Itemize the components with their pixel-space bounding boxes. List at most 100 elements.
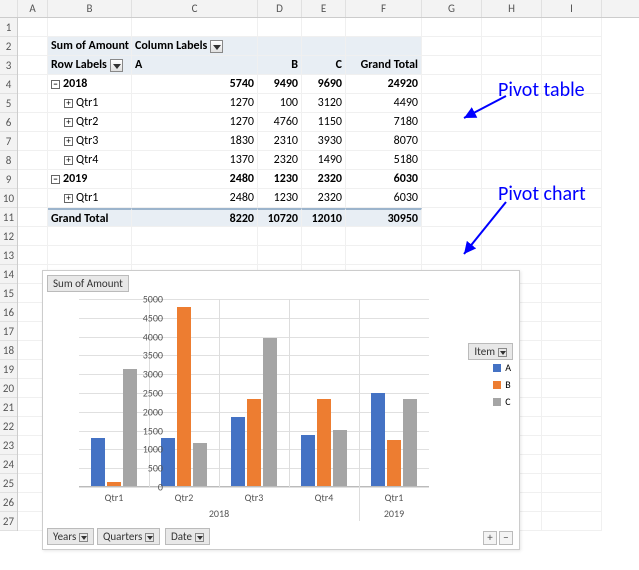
row-15[interactable]: 15 [0,284,17,303]
pivot-cell[interactable]: 6030 [346,170,422,189]
row-4[interactable]: 4 [0,75,17,94]
row-5[interactable]: 5 [0,94,17,113]
bar-B[interactable] [107,482,121,486]
row-21[interactable]: 21 [0,398,17,417]
pivot-cell[interactable]: 1830 [132,132,258,151]
row-8[interactable]: 8 [0,151,17,170]
row-27[interactable]: 27 [0,512,17,531]
pivot-cell[interactable]: 2320 [258,151,302,170]
row-24[interactable]: 24 [0,455,17,474]
row-10[interactable]: 10 [0,189,17,208]
bar-C[interactable] [193,443,207,486]
row-12[interactable]: 12 [0,227,17,246]
chart-years-pill[interactable]: Years [47,528,94,545]
row-13[interactable]: 13 [0,246,17,265]
pivot-cell[interactable]: 2310 [258,132,302,151]
bar-B[interactable] [387,440,401,486]
row-17[interactable]: 17 [0,322,17,341]
bar-A[interactable] [161,438,175,486]
chart-measure-pill[interactable]: Sum of Amount [47,275,129,292]
row-11[interactable]: 11 [0,208,17,227]
row-14[interactable]: 14 [0,265,17,284]
pivot-row-label[interactable]: +Qtr4 [48,151,132,170]
col-H[interactable]: H [482,0,542,17]
pivot-cell[interactable]: 2320 [302,189,346,208]
collapse-icon[interactable]: − [51,175,60,184]
row-9[interactable]: 9 [0,170,17,189]
chart-date-pill[interactable]: Date [165,528,210,545]
bar-B[interactable] [247,399,261,486]
chart-quarters-pill[interactable]: Quarters [97,528,160,545]
pivot-cell[interactable]: 9690 [302,75,346,94]
row-7[interactable]: 7 [0,132,17,151]
bar-A[interactable] [231,417,245,486]
row-22[interactable]: 22 [0,417,17,436]
pivot-cell[interactable]: 100 [258,94,302,113]
pivot-cell[interactable]: 1270 [132,94,258,113]
pivot-cell[interactable]: 1230 [258,170,302,189]
row-16[interactable]: 16 [0,303,17,322]
dropdown-icon[interactable] [79,533,88,542]
pivot-cell[interactable]: 1270 [132,113,258,132]
row-20[interactable]: 20 [0,379,17,398]
row-25[interactable]: 25 [0,474,17,493]
col-B[interactable]: B [48,0,132,17]
expand-icon[interactable]: + [64,137,73,146]
pivot-cell[interactable]: 1370 [132,151,258,170]
expand-icon[interactable]: + [64,194,73,203]
col-E[interactable]: E [302,0,346,17]
pivot-cell[interactable]: 5180 [346,151,422,170]
pivot-row-label[interactable]: −2018 [48,75,132,94]
pivot-cell[interactable]: 8070 [346,132,422,151]
pivot-cell[interactable]: 1150 [302,113,346,132]
col-F[interactable]: F [346,0,422,17]
pivot-cell[interactable]: 5740 [132,75,258,94]
dropdown-icon[interactable] [195,533,204,542]
pivot-chart[interactable]: Sum of Amount Item Years Quarters Date +… [42,270,520,550]
pivot-cell[interactable]: 4760 [258,113,302,132]
bar-C[interactable] [403,399,417,486]
bar-B[interactable] [177,307,191,486]
row-labels-dropdown-icon[interactable] [110,59,123,72]
row-6[interactable]: 6 [0,113,17,132]
bar-A[interactable] [91,438,105,486]
pivot-cell[interactable]: 2480 [132,170,258,189]
row-23[interactable]: 23 [0,436,17,455]
pivot-row-label[interactable]: +Qtr2 [48,113,132,132]
col-I[interactable]: I [542,0,602,17]
dropdown-icon[interactable] [145,533,154,542]
pivot-column-labels[interactable]: Column Labels [132,37,258,56]
pivot-cell[interactable]: 7180 [346,113,422,132]
dropdown-icon[interactable] [498,348,507,357]
pivot-row-label[interactable]: +Qtr3 [48,132,132,151]
pivot-cell[interactable]: 3120 [302,94,346,113]
pivot-row-label[interactable]: +Qtr1 [48,189,132,208]
collapse-icon[interactable]: − [51,80,60,89]
pivot-cell[interactable]: 4490 [346,94,422,113]
pivot-cell[interactable]: 3930 [302,132,346,151]
col-A[interactable]: A [18,0,48,17]
expand-icon[interactable]: + [64,118,73,127]
chart-expand-button[interactable]: + [483,531,497,545]
expand-icon[interactable]: + [64,156,73,165]
bar-C[interactable] [263,338,277,486]
row-2[interactable]: 2 [0,37,17,56]
pivot-cell[interactable]: 9490 [258,75,302,94]
bar-A[interactable] [371,393,385,486]
bar-C[interactable] [333,430,347,486]
pivot-cell[interactable]: 1490 [302,151,346,170]
row-26[interactable]: 26 [0,493,17,512]
column-labels-dropdown-icon[interactable] [210,40,223,53]
pivot-cell[interactable]: 2480 [132,189,258,208]
bar-A[interactable] [301,435,315,487]
pivot-cell[interactable]: 24920 [346,75,422,94]
row-3[interactable]: 3 [0,56,17,75]
pivot-cell[interactable]: 1230 [258,189,302,208]
row-18[interactable]: 18 [0,341,17,360]
chart-collapse-button[interactable]: − [499,531,513,545]
pivot-row-label[interactable]: +Qtr1 [48,94,132,113]
pivot-row-labels[interactable]: Row Labels [48,56,132,75]
pivot-row-label[interactable]: −2019 [48,170,132,189]
col-D[interactable]: D [258,0,302,17]
pivot-cell[interactable]: 6030 [346,189,422,208]
